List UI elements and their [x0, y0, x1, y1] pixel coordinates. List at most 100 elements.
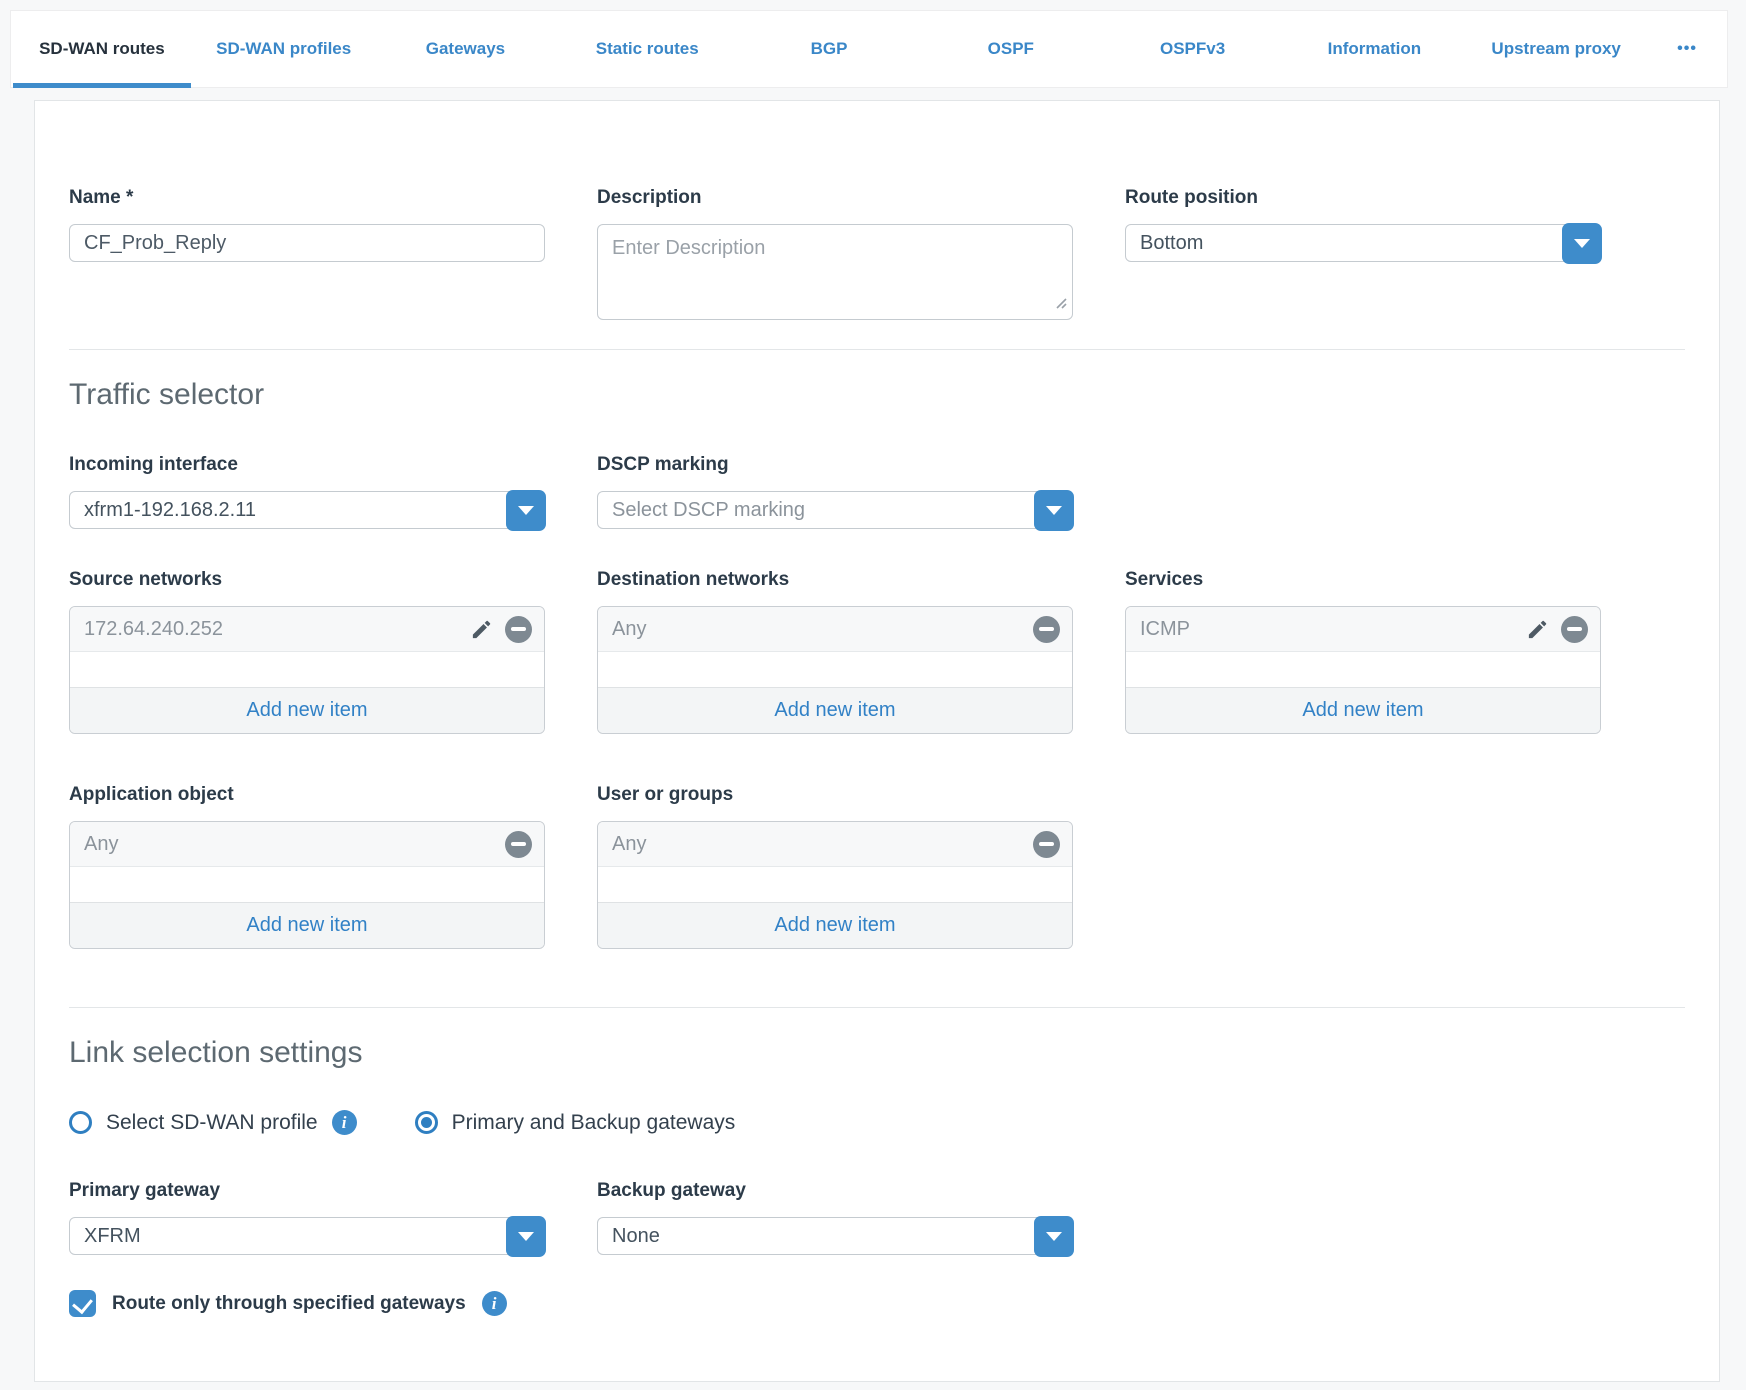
remove-minus-icon[interactable]	[505, 616, 532, 643]
backup-gateway-select[interactable]: None	[597, 1217, 1073, 1255]
dscp-marking-placeholder: Select DSCP marking	[612, 499, 805, 522]
remove-minus-icon[interactable]	[1033, 831, 1060, 858]
route-only-row: Route only through specified gateways i	[69, 1290, 1685, 1317]
chevron-down-icon	[518, 506, 534, 515]
remove-minus-icon[interactable]	[1561, 616, 1588, 643]
application-object-label: Application object	[69, 784, 545, 806]
services-listbox: ICMP Add new item	[1125, 606, 1601, 734]
add-new-item-button[interactable]: Add new item	[70, 687, 544, 733]
networks-services-row: Source networks 172.64.240.252 Add new i…	[69, 569, 1685, 734]
destination-networks-group: Destination networks Any Add new item	[597, 569, 1073, 734]
sdwan-route-form: Name * CF_Prob_Reply Description Enter D…	[34, 100, 1720, 1382]
dscp-marking-label: DSCP marking	[597, 454, 1073, 476]
add-new-item-button[interactable]: Add new item	[598, 687, 1072, 733]
route-only-label: Route only through specified gateways	[112, 1293, 466, 1315]
primary-gateway-value: XFRM	[84, 1225, 141, 1248]
tab-ospfv3[interactable]: OSPFv3	[1102, 11, 1284, 87]
name-input[interactable]: CF_Prob_Reply	[69, 224, 545, 262]
listbox-empty-area	[598, 867, 1072, 902]
edit-pencil-icon[interactable]	[1526, 618, 1549, 641]
resize-handle-icon[interactable]	[1052, 292, 1067, 315]
primary-gateway-dropdown-button[interactable]	[506, 1216, 546, 1257]
list-item: Any	[70, 822, 544, 867]
list-item-value: ICMP	[1140, 618, 1190, 641]
primary-backup-radio[interactable]	[415, 1111, 438, 1134]
backup-gateway-label: Backup gateway	[597, 1180, 1073, 1202]
tab-upstream-proxy[interactable]: Upstream proxy	[1465, 11, 1647, 87]
destination-networks-listbox: Any Add new item	[597, 606, 1073, 734]
chevron-down-icon	[518, 1232, 534, 1241]
tab-gateways[interactable]: Gateways	[375, 11, 557, 87]
user-or-groups-group: User or groups Any Add new item	[597, 784, 1073, 949]
description-input[interactable]: Enter Description	[597, 224, 1073, 320]
general-fields-row: Name * CF_Prob_Reply Description Enter D…	[69, 187, 1685, 349]
list-item: ICMP	[1126, 607, 1600, 652]
tab-sdwan-routes[interactable]: SD-WAN routes	[11, 11, 193, 87]
listbox-empty-area	[1126, 652, 1600, 687]
source-networks-group: Source networks 172.64.240.252 Add new i…	[69, 569, 545, 734]
listbox-empty-area	[70, 867, 544, 902]
primary-backup-radio-label: Primary and Backup gateways	[452, 1111, 736, 1135]
gateways-row: Primary gateway XFRM Backup gateway None	[69, 1180, 1685, 1255]
route-position-select[interactable]: Bottom	[1125, 224, 1601, 262]
add-new-item-button[interactable]: Add new item	[70, 902, 544, 948]
user-or-groups-label: User or groups	[597, 784, 1073, 806]
primary-gateway-group: Primary gateway XFRM	[69, 1180, 545, 1255]
chevron-down-icon	[1574, 239, 1590, 248]
destination-networks-label: Destination networks	[597, 569, 1073, 591]
list-item: Any	[598, 822, 1072, 867]
list-item-value: 172.64.240.252	[84, 618, 223, 641]
add-new-item-button[interactable]: Add new item	[1126, 687, 1600, 733]
listbox-empty-area	[70, 652, 544, 687]
tab-bar: SD-WAN routes SD-WAN profiles Gateways S…	[10, 10, 1728, 88]
remove-minus-icon[interactable]	[505, 831, 532, 858]
source-networks-label: Source networks	[69, 569, 545, 591]
tabs-more-button[interactable]: •••	[1647, 11, 1727, 87]
list-item: 172.64.240.252	[70, 607, 544, 652]
add-new-item-button[interactable]: Add new item	[598, 902, 1072, 948]
backup-gateway-value: None	[612, 1225, 660, 1248]
incoming-interface-select[interactable]: xfrm1-192.168.2.11	[69, 491, 545, 529]
backup-gateway-group: Backup gateway None	[597, 1180, 1073, 1255]
incoming-interface-group: Incoming interface xfrm1-192.168.2.11	[69, 454, 545, 529]
services-group: Services ICMP Add new item	[1125, 569, 1601, 734]
app-users-row: Application object Any Add new item User…	[69, 784, 1685, 949]
application-object-group: Application object Any Add new item	[69, 784, 545, 949]
incoming-interface-label: Incoming interface	[69, 454, 545, 476]
primary-gateway-label: Primary gateway	[69, 1180, 545, 1202]
tab-ospf[interactable]: OSPF	[920, 11, 1102, 87]
section-divider	[69, 349, 1685, 350]
tab-sdwan-profiles[interactable]: SD-WAN profiles	[193, 11, 375, 87]
incoming-interface-dropdown-button[interactable]	[506, 490, 546, 531]
description-label: Description	[597, 187, 1073, 209]
section-divider	[69, 1007, 1685, 1008]
remove-minus-icon[interactable]	[1033, 616, 1060, 643]
chevron-down-icon	[1046, 1232, 1062, 1241]
traffic-selector-title: Traffic selector	[69, 378, 1685, 412]
route-only-checkbox[interactable]	[69, 1290, 96, 1317]
name-field-group: Name * CF_Prob_Reply	[69, 187, 545, 262]
backup-gateway-dropdown-button[interactable]	[1034, 1216, 1074, 1257]
info-icon[interactable]: i	[482, 1291, 507, 1316]
route-position-dropdown-button[interactable]	[1562, 223, 1602, 264]
dscp-marking-group: DSCP marking Select DSCP marking	[597, 454, 1073, 529]
edit-pencil-icon[interactable]	[470, 618, 493, 641]
route-position-field-group: Route position Bottom	[1125, 187, 1601, 262]
info-icon[interactable]: i	[332, 1110, 357, 1135]
primary-gateway-select[interactable]: XFRM	[69, 1217, 545, 1255]
list-item-value: Any	[84, 833, 118, 856]
tab-static-routes[interactable]: Static routes	[556, 11, 738, 87]
incoming-interface-value: xfrm1-192.168.2.11	[84, 499, 256, 522]
sdwan-profile-radio[interactable]	[69, 1111, 92, 1134]
dscp-marking-select[interactable]: Select DSCP marking	[597, 491, 1073, 529]
tab-information[interactable]: Information	[1283, 11, 1465, 87]
listbox-empty-area	[598, 652, 1072, 687]
dscp-marking-dropdown-button[interactable]	[1034, 490, 1074, 531]
list-item-value: Any	[612, 618, 646, 641]
tab-bgp[interactable]: BGP	[738, 11, 920, 87]
source-networks-listbox: 172.64.240.252 Add new item	[69, 606, 545, 734]
description-placeholder: Enter Description	[612, 237, 765, 259]
link-selection-radio-row: Select SD-WAN profile i Primary and Back…	[69, 1110, 1685, 1135]
interface-dscp-row: Incoming interface xfrm1-192.168.2.11 DS…	[69, 454, 1685, 529]
name-label: Name *	[69, 187, 545, 209]
